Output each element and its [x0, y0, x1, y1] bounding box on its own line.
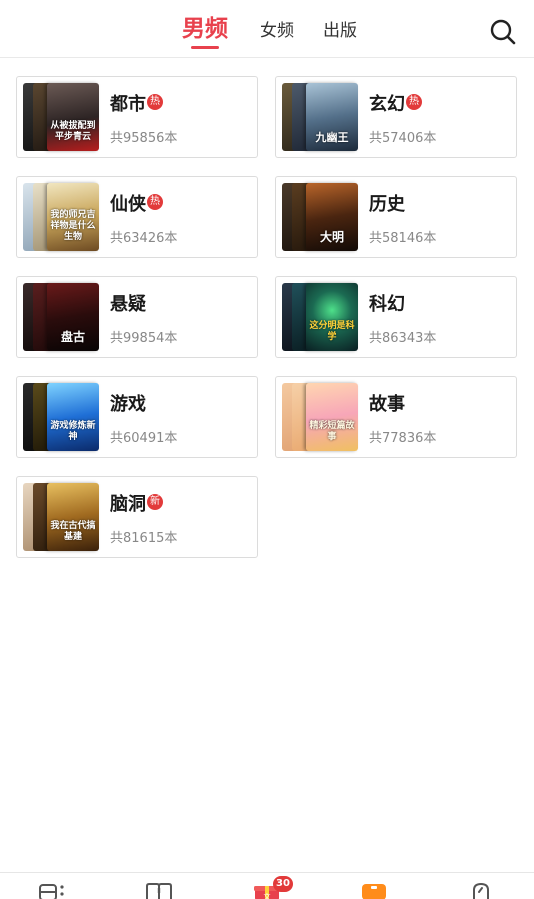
category-count: 共99854本: [110, 331, 178, 346]
category-card-lishi[interactable]: 大明 历史 共58146本: [275, 176, 517, 258]
profile-icon[interactable]: [466, 881, 496, 899]
category-name: 玄幻热: [369, 93, 422, 117]
tab-publish[interactable]: 出版: [323, 18, 357, 44]
cover-title: 我在古代搞基建: [50, 521, 96, 542]
category-card-gushi[interactable]: 精彩短篇故事 故事 共77836本: [275, 376, 517, 458]
category-name: 历史: [369, 193, 405, 217]
category-count: 共63426本: [110, 231, 178, 246]
category-label: 玄幻: [369, 94, 405, 115]
book-covers: 盘古: [23, 283, 99, 351]
category-name: 悬疑: [110, 293, 146, 317]
category-label: 故事: [369, 394, 405, 415]
top-bar: 男频 女频 出版: [0, 0, 534, 58]
book-covers: 这分明是科学: [282, 283, 358, 351]
category-card-xuanhuan[interactable]: 九幽王 玄幻热 共57406本: [275, 76, 517, 158]
category-card-naodong[interactable]: 我在古代搞基建 脑洞新 共81615本: [16, 476, 258, 558]
cover-title: 游戏修炼新神: [50, 421, 96, 442]
cover-title: 盘古: [60, 330, 85, 344]
category-name: 都市热: [110, 93, 163, 117]
new-badge: 新: [147, 494, 163, 510]
book-cover: 我在古代搞基建: [47, 483, 99, 551]
cover-title: 我的师兄吉祥物是什么生物: [50, 210, 96, 242]
book-covers: 九幽王: [282, 83, 358, 151]
category-count: 共81615本: [110, 531, 178, 546]
book-cover: 这分明是科学: [306, 283, 358, 351]
category-count: 共86343本: [369, 331, 437, 346]
book-cover: 九幽王: [306, 83, 358, 151]
category-label: 脑洞: [110, 494, 146, 515]
book-covers: 游戏修炼新神: [23, 383, 99, 451]
category-card-youxi[interactable]: 游戏修炼新神 游戏 共60491本: [16, 376, 258, 458]
book-covers: 精彩短篇故事: [282, 383, 358, 451]
cover-title: 这分明是科学: [309, 321, 355, 342]
cover-title: 九幽王: [315, 131, 349, 144]
bookshelf-icon[interactable]: [37, 881, 67, 899]
category-name: 游戏: [110, 393, 146, 417]
book-covers: 大明: [282, 183, 358, 251]
tab-male[interactable]: 男频: [182, 16, 228, 49]
book-cover: 精彩短篇故事: [306, 383, 358, 451]
cover-title: 从被拔配到平步青云: [50, 121, 96, 142]
hot-badge: 热: [406, 94, 422, 110]
category-icon[interactable]: [359, 881, 389, 899]
book-cover: 游戏修炼新神: [47, 383, 99, 451]
category-count: 共60491本: [110, 431, 178, 446]
category-card-xuanyi[interactable]: 盘古 悬疑 共99854本: [16, 276, 258, 358]
cover-title: 大明: [319, 230, 344, 244]
book-covers: 从被拔配到平步青云: [23, 83, 99, 151]
category-card-xianxia[interactable]: 我的师兄吉祥物是什么生物 仙侠热 共63426本: [16, 176, 258, 258]
tab-female[interactable]: 女频: [260, 18, 294, 44]
category-label: 都市: [110, 94, 146, 115]
svg-text:文: 文: [264, 892, 271, 899]
book-cover: 大明: [306, 183, 358, 251]
channel-tabs: 男频 女频 出版: [0, 0, 534, 58]
search-icon[interactable]: [489, 18, 517, 46]
book-covers: 我在古代搞基建: [23, 483, 99, 551]
category-card-dushi[interactable]: 从被拔配到平步青云 都市热 共95856本: [16, 76, 258, 158]
category-count: 共77836本: [369, 431, 437, 446]
category-name: 故事: [369, 393, 405, 417]
hot-badge: 热: [147, 94, 163, 110]
hot-badge: 热: [147, 194, 163, 210]
book-cover: 盘古: [47, 283, 99, 351]
category-label: 游戏: [110, 394, 146, 415]
category-label: 仙侠: [110, 194, 146, 215]
category-name: 脑洞新: [110, 493, 163, 517]
book-icon[interactable]: [144, 881, 174, 899]
cover-title: 精彩短篇故事: [309, 421, 355, 442]
category-label: 科幻: [369, 294, 405, 315]
category-count: 共58146本: [369, 231, 437, 246]
category-count: 共57406本: [369, 131, 437, 146]
category-count: 共95856本: [110, 131, 178, 146]
bottom-nav: 文 30: [0, 872, 534, 899]
category-name: 仙侠热: [110, 193, 163, 217]
gift-badge: 30: [273, 876, 293, 892]
book-cover: 我的师兄吉祥物是什么生物: [47, 183, 99, 251]
book-covers: 我的师兄吉祥物是什么生物: [23, 183, 99, 251]
category-label: 悬疑: [110, 294, 146, 315]
book-cover: 从被拔配到平步青云: [47, 83, 99, 151]
category-name: 科幻: [369, 293, 405, 317]
category-label: 历史: [369, 194, 405, 215]
category-card-kehuan[interactable]: 这分明是科学 科幻 共86343本: [275, 276, 517, 358]
